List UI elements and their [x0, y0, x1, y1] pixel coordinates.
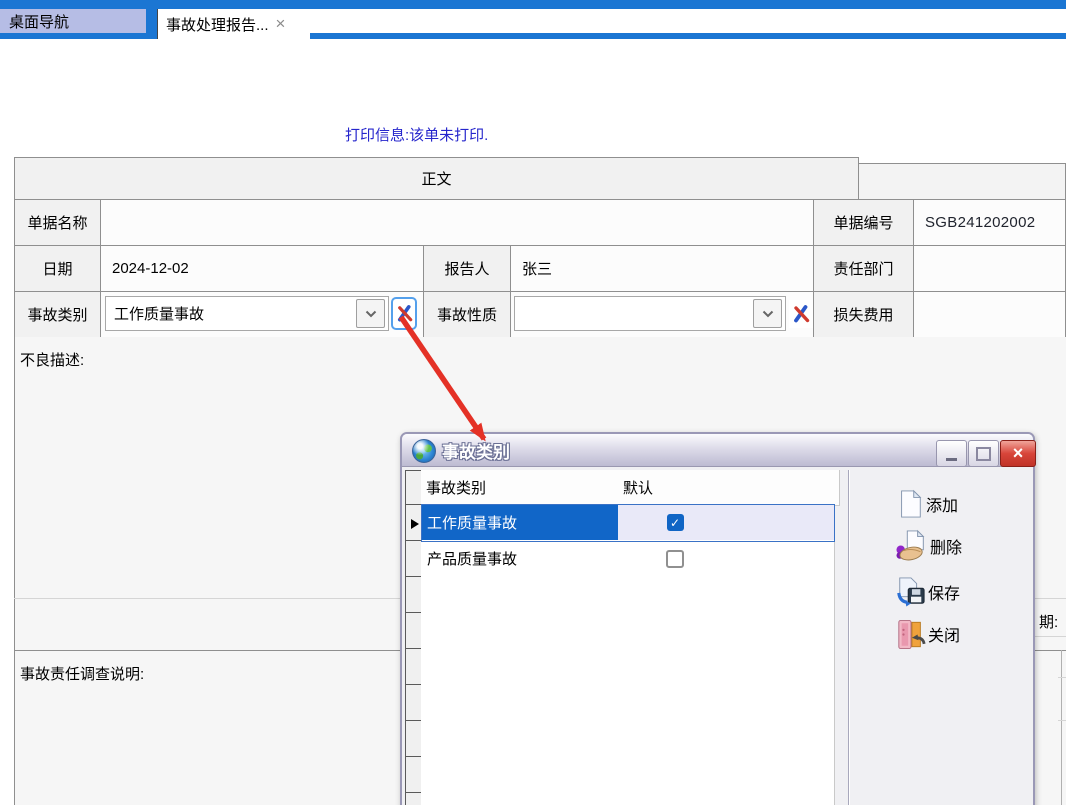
tools-x-icon [791, 304, 811, 324]
table-empty-cell[interactable] [421, 756, 620, 794]
right-edge-gridline [1061, 650, 1062, 805]
add-button[interactable]: 添加 [896, 486, 1026, 522]
date-label: 日期 [14, 245, 101, 292]
table-empty-cell[interactable] [731, 720, 835, 758]
save-button[interactable]: 保存 [896, 574, 1026, 610]
table-empty-cell[interactable] [618, 648, 733, 686]
tools-x-icon [395, 304, 414, 323]
date-value[interactable]: 2024-12-02 [100, 245, 424, 292]
table-empty-cell[interactable] [618, 756, 733, 794]
default-checkbox[interactable] [666, 550, 684, 568]
tab-desktop-navigation-label: 桌面导航 [9, 11, 69, 32]
cost-value[interactable] [913, 291, 1066, 338]
nature-dropdown-button[interactable] [753, 299, 782, 328]
table-empty-cell[interactable] [731, 792, 835, 805]
close-button[interactable]: × [1000, 440, 1036, 467]
right-edge-rowline [1035, 636, 1066, 637]
dialog-title-bar[interactable]: 事故类别 × [402, 434, 1033, 467]
category-label: 事故类别 [14, 291, 101, 338]
column-header-default[interactable]: 默认 [618, 470, 738, 506]
table-row-0-extra-cell[interactable] [731, 504, 835, 542]
section-header-cell: 正文 [14, 157, 859, 200]
defect-desc-label: 不良描述: [20, 349, 84, 370]
dialog-title: 事故类别 [442, 438, 510, 463]
close-icon: × [1013, 443, 1024, 464]
add-document-icon [896, 488, 924, 520]
minimize-button[interactable] [936, 440, 967, 467]
doc-name-label: 单据名称 [14, 199, 101, 246]
table-empty-cell[interactable] [421, 792, 620, 805]
top-blue-strip [0, 0, 1066, 9]
close-door-button[interactable]: 关闭 [896, 616, 1026, 652]
doc-name-value[interactable] [100, 199, 814, 246]
investigation-label: 事故责任调查说明: [20, 663, 144, 684]
table-empty-cell[interactable] [731, 684, 835, 722]
panel-separator [848, 470, 850, 805]
table-empty-cell[interactable] [421, 684, 620, 722]
reporter-value[interactable]: 张三 [510, 245, 814, 292]
table-empty-cell[interactable] [421, 648, 620, 686]
dept-label: 责任部门 [813, 245, 914, 292]
table-empty-cell[interactable] [618, 720, 733, 758]
minimize-icon [946, 458, 957, 461]
dept-value[interactable] [913, 245, 1066, 292]
table-empty-cell[interactable] [618, 576, 733, 614]
column-header-category[interactable]: 事故类别 [421, 470, 625, 506]
accident-category-dialog: 事故类别 × 事故类别 默认 工作质量事故 ✓ 产品质量事故 [400, 432, 1035, 805]
table-empty-cell[interactable] [731, 648, 835, 686]
tab-accident-report[interactable]: 事故处理报告... × [157, 9, 310, 39]
cost-label: 损失费用 [813, 291, 914, 338]
tab-desktop-navigation[interactable]: 桌面导航 [0, 9, 146, 33]
table-row-1-default-cell[interactable] [618, 540, 733, 578]
category-clear-button[interactable] [391, 297, 417, 330]
table-empty-cell[interactable] [731, 756, 835, 794]
app-window: 桌面导航 事故处理报告... × 打印信息:该单未打印. 正文 单据名称 单据编… [0, 0, 1066, 805]
doc-no-value[interactable]: SGB241202002 [913, 199, 1066, 246]
current-row-arrow-icon [411, 519, 419, 529]
table-row-0-name-cell[interactable]: 工作质量事故 [421, 504, 626, 542]
table-empty-cell[interactable] [618, 684, 733, 722]
table-empty-cell[interactable] [731, 576, 835, 614]
table-row-1-name-cell[interactable]: 产品质量事故 [421, 540, 626, 578]
chevron-down-icon [762, 310, 774, 318]
table-empty-cell[interactable] [421, 720, 620, 758]
table-empty-cell[interactable] [421, 576, 620, 614]
column-header-extra [731, 470, 840, 506]
nature-clear-button[interactable] [789, 300, 813, 328]
table-row-1-extra-cell[interactable] [731, 540, 835, 578]
table-empty-cell[interactable] [618, 792, 733, 805]
category-dropdown-button[interactable] [356, 299, 385, 328]
globe-icon [412, 439, 436, 463]
default-checkbox[interactable]: ✓ [667, 514, 684, 531]
partial-date-label: 期: [1039, 611, 1058, 632]
chevron-down-icon [365, 310, 377, 318]
maximize-button[interactable] [968, 440, 999, 467]
nature-label: 事故性质 [423, 291, 511, 338]
table-empty-cell[interactable] [731, 612, 835, 650]
category-combobox[interactable]: 工作质量事故 [105, 296, 389, 331]
print-info-text: 打印信息:该单未打印. [345, 124, 488, 145]
tab-close-icon[interactable]: × [276, 14, 286, 34]
delete-button[interactable]: 删除 [896, 528, 1026, 564]
tab-accident-report-label: 事故处理报告... [166, 14, 269, 35]
table-empty-cell[interactable] [618, 612, 733, 650]
table-row-0-default-cell[interactable]: ✓ [618, 504, 733, 542]
table-empty-cell[interactable] [421, 612, 620, 650]
maximize-icon [976, 447, 991, 461]
section-header-right-cell [858, 163, 1066, 200]
doc-no-label: 单据编号 [813, 199, 914, 246]
category-combobox-value: 工作质量事故 [106, 303, 356, 324]
close-door-icon [896, 618, 926, 651]
save-disk-icon [896, 576, 926, 608]
section-header-label: 正文 [421, 168, 451, 189]
right-edge-rowline [1058, 677, 1066, 678]
nature-combobox[interactable] [514, 296, 786, 331]
delete-hand-icon [896, 529, 928, 563]
right-edge-rowline [1058, 720, 1066, 721]
reporter-label: 报告人 [423, 245, 511, 292]
